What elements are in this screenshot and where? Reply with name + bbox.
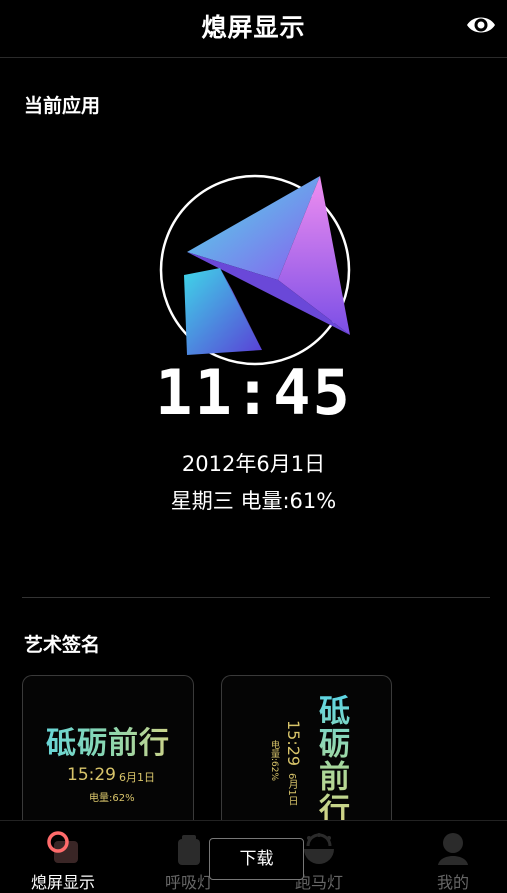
card-title: 砥砺前行 (23, 718, 193, 762)
art-card-vertical[interactable]: 砥砺前行 15:29 6月1日 电量:62% (221, 675, 392, 836)
download-button[interactable]: 下载 (209, 838, 304, 880)
tab-label: 我的 (436, 873, 469, 892)
aod-weekday-battery: 星期三 电量:61% (170, 489, 337, 513)
tab-label: 熄屏显示 (30, 873, 95, 892)
marquee-light-icon (304, 833, 334, 864)
tab-aod[interactable]: 熄屏显示 (0, 821, 126, 892)
current-app-heading: 当前应用 (24, 95, 101, 117)
breathing-light-icon (178, 835, 200, 865)
card-title: 砥砺前行 (313, 694, 354, 836)
app-logo (159, 174, 351, 366)
profile-icon (438, 833, 468, 865)
aod-clock: 11:45 (155, 356, 352, 429)
card-date: 6月1日 (119, 771, 155, 784)
card-battery: 电量:62% (269, 740, 279, 782)
aod-icon (47, 831, 78, 863)
art-card-horizontal[interactable]: 砥砺前行 15:29 6月1日 电量:62% (22, 675, 194, 836)
app-header: 熄屏显示 (0, 0, 507, 56)
section-divider (22, 597, 490, 598)
eye-icon[interactable] (465, 10, 497, 40)
tab-profile[interactable]: 我的 (390, 821, 507, 892)
card-time: 15:29 (284, 720, 303, 767)
aod-date: 2012年6月1日 (181, 452, 326, 476)
header-divider (0, 57, 507, 58)
art-signature-heading: 艺术签名 (24, 634, 101, 656)
page-title: 熄屏显示 (201, 13, 306, 42)
card-time: 15:29 (67, 765, 116, 785)
card-battery: 电量:62% (89, 793, 135, 804)
card-date: 6月1日 (286, 773, 297, 806)
